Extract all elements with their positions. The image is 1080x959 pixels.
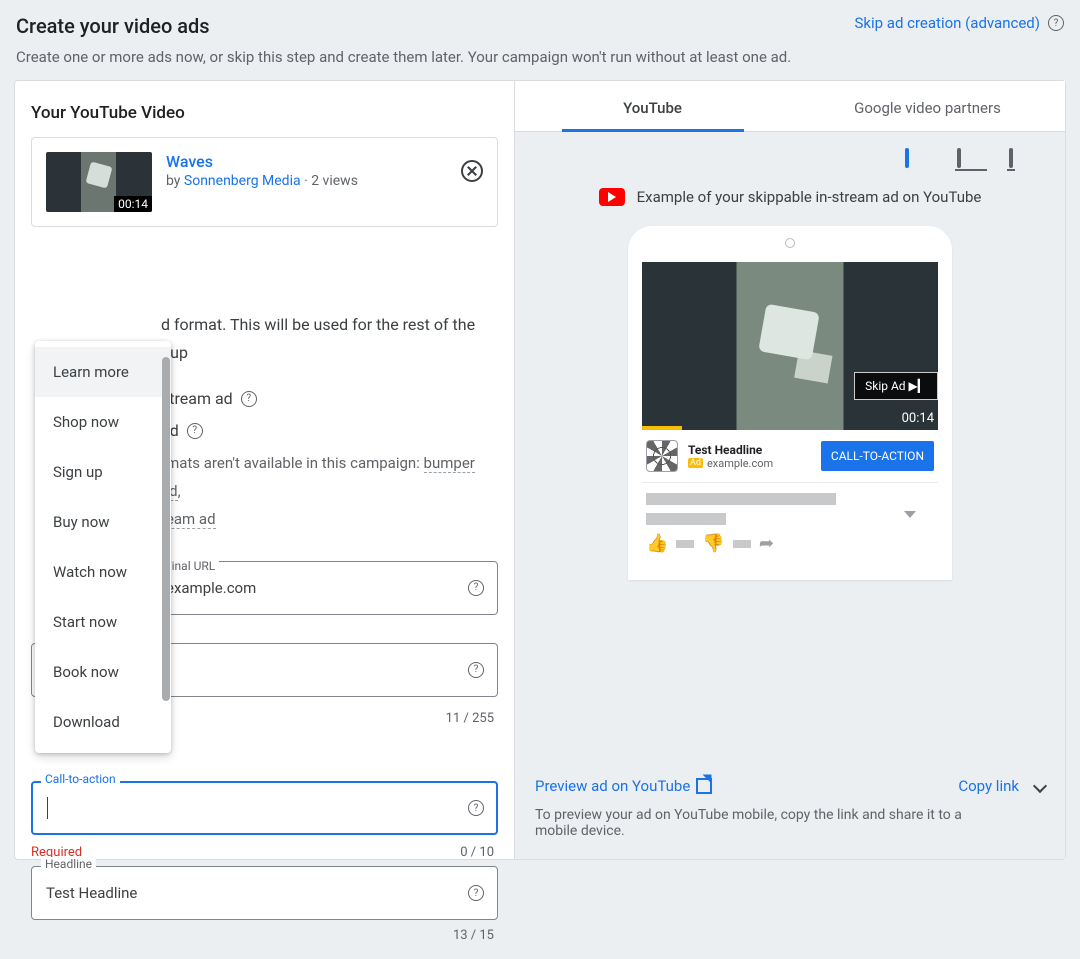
device-desktop-icon[interactable] [957, 150, 983, 170]
skeleton-bar [646, 513, 726, 525]
video-title-link[interactable]: Waves [166, 152, 358, 171]
skeleton-bar [646, 493, 836, 505]
copy-link-label: Copy link [958, 777, 1019, 795]
preview-on-youtube-label: Preview ad on YouTube [535, 777, 690, 795]
dropdown-item-shop-now[interactable]: Shop now [35, 397, 171, 447]
video-byline: by Sonnenberg Media · 2 views [166, 173, 358, 189]
dropdown-item-buy-now[interactable]: Buy now [35, 497, 171, 547]
selected-video-card: 00:14 Waves by Sonnenberg Media · 2 view… [31, 137, 498, 227]
video-by-prefix: by [166, 173, 184, 189]
ad-progress-bar [642, 426, 682, 430]
page-subtitle: Create one or more ads now, or skip this… [16, 48, 1066, 66]
remove-video-button[interactable] [461, 160, 483, 182]
cta-field[interactable]: Call-to-action [31, 781, 498, 835]
headline-label: Headline [41, 857, 96, 871]
phone-camera-icon [785, 238, 795, 248]
preview-ad-info-row: Test Headline Ad example.com CALL-TO-ACT… [642, 430, 938, 483]
preview-footer-note: To preview your ad on YouTube mobile, co… [535, 807, 985, 839]
format-heading-part1: d format. This will be used for the rest… [161, 315, 475, 334]
preview-tabs: YouTube Google video partners [515, 81, 1065, 132]
headline-field[interactable]: Headline Test Headline [31, 866, 498, 920]
dropdown-item-start-now[interactable]: Start now [35, 597, 171, 647]
expand-icon [904, 511, 916, 518]
final-url-field[interactable]: Final URL example.com [151, 561, 498, 615]
preview-advertiser-icon [646, 440, 678, 472]
video-sep: · [301, 173, 312, 189]
engagement-icons: 👍 👎 ➦ [646, 533, 934, 554]
help-icon[interactable] [187, 423, 203, 439]
example-caption: Example of your skippable in-stream ad o… [637, 188, 982, 206]
dropdown-item-watch-now[interactable]: Watch now [35, 547, 171, 597]
preview-headline: Test Headline [688, 443, 811, 457]
thumbs-up-icon: 👍 [646, 533, 668, 554]
device-selector [535, 146, 1045, 188]
dropdown-item-download[interactable]: Download [35, 697, 171, 747]
skip-ad-creation-link[interactable]: Skip ad creation (advanced) [854, 14, 1064, 32]
skip-ad-button: Skip Ad ▶▎ [854, 372, 938, 400]
thumbs-down-icon: 👎 [702, 533, 724, 554]
preview-display-url: example.com [707, 457, 773, 470]
external-link-icon [696, 778, 712, 794]
video-thumbnail[interactable]: 00:14 [46, 152, 152, 212]
tab-youtube[interactable]: YouTube [515, 81, 790, 131]
radio-label-instream[interactable]: stream ad [161, 385, 233, 413]
mobile-preview: Skip Ad ▶▎ 00:14 Test Headline Ad exampl… [628, 226, 952, 580]
dropdown-item-learn-more[interactable]: Learn more [35, 347, 171, 397]
text-cursor [47, 797, 48, 819]
page-title: Create your video ads [16, 14, 210, 38]
tab-google-video-partners[interactable]: Google video partners [790, 81, 1065, 131]
video-channel-link[interactable]: Sonnenberg Media [184, 173, 301, 189]
help-icon[interactable] [468, 885, 484, 901]
copy-link-button[interactable]: Copy link [958, 777, 1045, 795]
video-views: 2 views [311, 173, 358, 189]
dropdown-item-book-now[interactable]: Book now [35, 647, 171, 697]
chevron-down-icon [1033, 779, 1047, 793]
help-icon[interactable] [241, 391, 257, 407]
preview-cta-button: CALL-TO-ACTION [821, 441, 934, 471]
cta-dropdown[interactable]: Learn more Shop now Sign up Buy now Watc… [35, 341, 171, 753]
headline-counter: 13 / 15 [31, 928, 494, 943]
help-icon[interactable] [468, 580, 484, 596]
skip-ad-creation-label: Skip ad creation (advanced) [854, 14, 1040, 32]
preview-video-player: Skip Ad ▶▎ 00:14 [642, 262, 938, 430]
dropdown-item-sign-up[interactable]: Sign up [35, 447, 171, 497]
preview-ad-duration: 00:14 [902, 411, 934, 426]
share-icon: ➦ [759, 533, 774, 554]
headline-value: Test Headline [46, 884, 137, 902]
unavailable-sep: , [178, 482, 181, 500]
preview-on-youtube-link[interactable]: Preview ad on YouTube [535, 777, 712, 795]
help-icon[interactable] [1048, 15, 1064, 31]
device-mobile-icon[interactable] [905, 150, 931, 170]
preview-ad-badge: Ad [688, 458, 703, 468]
cta-label: Call-to-action [41, 772, 120, 786]
dropdown-scrollbar[interactable] [162, 357, 170, 701]
cta-counter: 0 / 10 [460, 845, 494, 860]
help-icon[interactable] [468, 662, 484, 678]
youtube-icon [599, 188, 625, 206]
device-tv-icon[interactable] [1009, 150, 1035, 170]
section-title-your-video: Your YouTube Video [31, 103, 498, 123]
video-duration: 00:14 [114, 196, 152, 212]
unavailable-formats-text: rmats aren't available in this campaign: [161, 454, 424, 472]
help-icon[interactable] [468, 800, 484, 816]
